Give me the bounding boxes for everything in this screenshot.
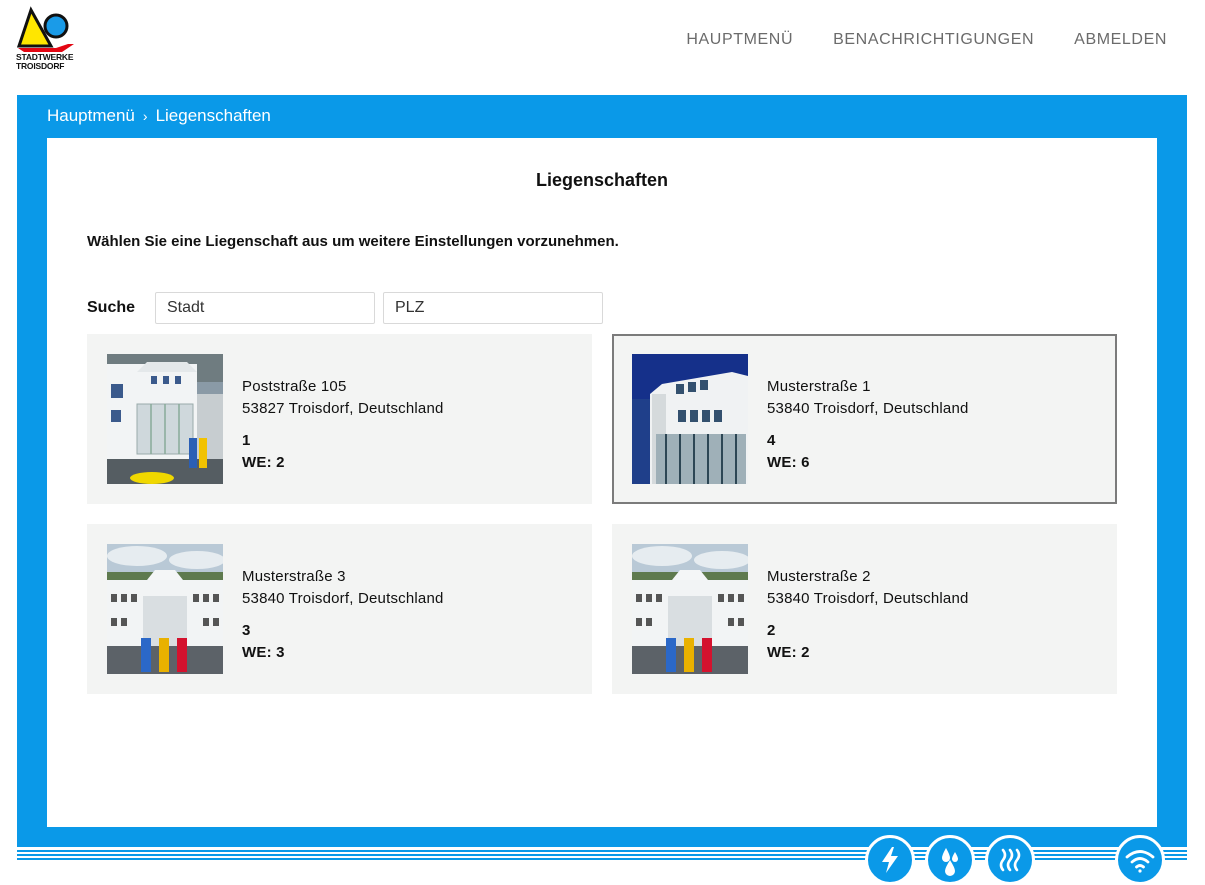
zip-search-input[interactable] [383,292,603,324]
breadcrumb-separator: › [142,108,148,124]
property-card[interactable]: Poststraße 105 53827 Troisdorf, Deutschl… [87,334,592,504]
property-city: 53840 Troisdorf, Deutschland [767,590,969,607]
property-photo [107,354,223,484]
property-card[interactable]: Musterstraße 3 53840 Troisdorf, Deutschl… [87,524,592,694]
nav-logout[interactable]: ABMELDEN [1074,31,1167,49]
property-info: Musterstraße 1 53840 Troisdorf, Deutschl… [767,376,969,474]
property-number: 2 [767,622,776,639]
breadcrumb-home[interactable]: Hauptmenü [47,106,135,126]
property-units: WE: 3 [242,644,285,661]
breadcrumb-current: Liegenschaften [155,106,271,125]
instruction-text: Wählen Sie eine Liegenschaft aus um weit… [87,233,619,250]
property-photo [107,544,223,674]
page-title: Liegenschaften [535,170,669,190]
property-street: Musterstraße 2 [767,568,871,585]
property-card-selected[interactable]: Musterstraße 1 53840 Troisdorf, Deutschl… [612,334,1117,504]
main-panel: Liegenschaften Wählen Sie eine Liegensch… [47,138,1157,827]
property-street: Poststraße 105 [242,378,347,395]
lightning-icon[interactable] [865,835,915,885]
property-card[interactable]: Musterstraße 2 53840 Troisdorf, Deutschl… [612,524,1117,694]
property-city: 53840 Troisdorf, Deutschland [242,590,444,607]
water-drops-icon[interactable] [925,835,975,885]
property-photo [632,354,748,484]
property-photo [632,544,748,674]
nav-notifications[interactable]: BENACHRICHTIGUNGEN [833,31,1034,49]
property-units: WE: 2 [767,644,810,661]
property-info: Poststraße 105 53827 Troisdorf, Deutschl… [242,376,444,474]
property-units: WE: 2 [242,454,285,471]
property-street: Musterstraße 1 [767,378,871,395]
top-nav: HAUPTMENÜ BENACHRICHTIGUNGEN ABMELDEN [686,31,1167,49]
property-number: 1 [242,432,251,449]
content-frame: Hauptmenü › Liegenschaften Liegenschafte… [17,95,1187,845]
city-search-input[interactable] [155,292,375,324]
nav-main-menu[interactable]: HAUPTMENÜ [686,31,793,49]
property-city: 53827 Troisdorf, Deutschland [242,400,444,417]
property-units: WE: 6 [767,454,810,471]
property-number: 4 [767,432,776,449]
property-number: 3 [242,622,251,639]
wifi-icon[interactable] [1115,835,1165,885]
search-label: Suche [87,299,136,316]
header: STADTWERKE TROISDORF HAUPTMENÜ BENACHRIC… [0,0,1205,95]
brand-name: STADTWERKE TROISDORF [16,53,78,71]
breadcrumb: Hauptmenü › Liegenschaften [47,106,271,126]
property-info: Musterstraße 2 53840 Troisdorf, Deutschl… [767,566,969,664]
property-city: 53840 Troisdorf, Deutschland [767,400,969,417]
heat-icon[interactable] [985,835,1035,885]
property-info: Musterstraße 3 53840 Troisdorf, Deutschl… [242,566,444,664]
property-street: Musterstraße 3 [242,568,346,585]
brand-line-2: TROISDORF [16,61,65,71]
